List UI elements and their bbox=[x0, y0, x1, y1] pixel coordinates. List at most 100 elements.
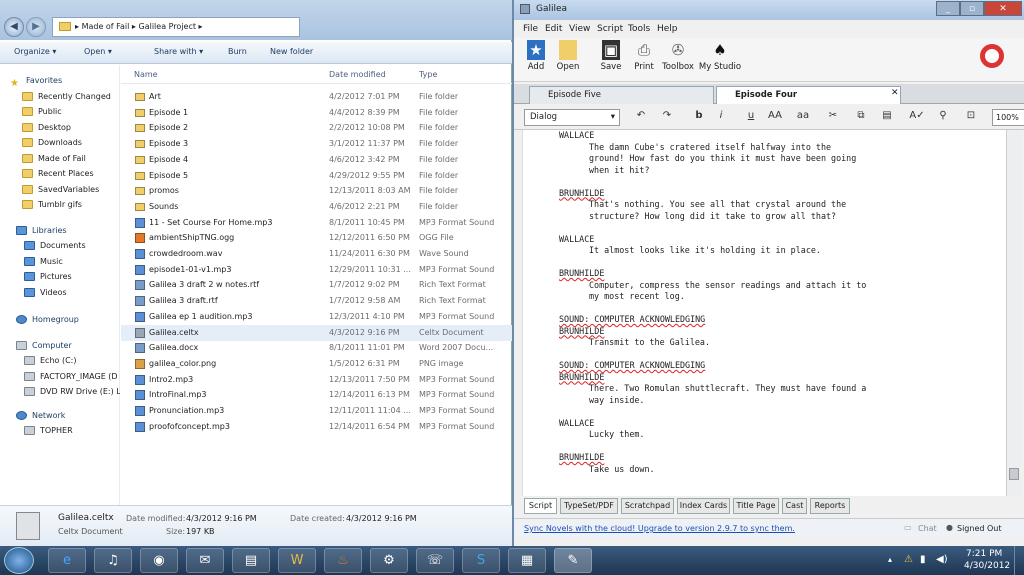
open-button[interactable]: Open ▾ bbox=[84, 47, 112, 56]
nav-item-drive[interactable]: Echo (C:) bbox=[0, 353, 120, 369]
lock-icon[interactable]: ⊡ bbox=[962, 110, 980, 121]
start-button[interactable] bbox=[4, 547, 34, 574]
new-folder-button[interactable]: New folder bbox=[270, 47, 313, 56]
tray-volume-icon[interactable]: ◀) bbox=[936, 554, 948, 565]
nav-item-drive[interactable]: DVD RW Drive (E:) Li bbox=[0, 384, 120, 400]
bold-button[interactable]: b bbox=[690, 110, 708, 121]
maximize-button[interactable]: ▫ bbox=[960, 1, 984, 16]
file-row[interactable]: 11 - Set Course For Home.mp3 8/1/2011 10:… bbox=[121, 215, 512, 231]
organize-button[interactable]: Organize ▾ bbox=[14, 47, 56, 56]
address-bar[interactable]: ▸ Made of Fail ▸ Galilea Project ▸ bbox=[52, 17, 300, 37]
nav-item-computer[interactable]: TOPHER bbox=[0, 423, 120, 439]
upgrade-link[interactable]: Sync Novels with the cloud! Upgrade to v… bbox=[524, 524, 795, 533]
menu-edit[interactable]: Edit bbox=[545, 24, 562, 34]
file-row[interactable]: episode1-01-v1.mp3 12/29/2011 10:31 ... MP… bbox=[121, 262, 512, 278]
nav-item-library[interactable]: Videos bbox=[0, 285, 120, 301]
tab-episode-five[interactable]: Episode Five bbox=[529, 86, 714, 104]
file-row[interactable]: Galilea 3 draft.rtf 1/7/2012 9:58 AM Rich … bbox=[121, 293, 512, 309]
tab-script[interactable]: Script bbox=[524, 498, 557, 514]
file-row[interactable]: Intro2.mp3 12/13/2011 7:50 PM MP3 Format S… bbox=[121, 372, 512, 388]
file-row[interactable]: proofofconcept.mp3 12/14/2011 6:54 PM MP3 … bbox=[121, 419, 512, 435]
nav-item-favorite[interactable]: Downloads bbox=[0, 135, 120, 151]
menu-view[interactable]: View bbox=[569, 24, 590, 34]
back-button[interactable]: ◀ bbox=[4, 17, 24, 37]
menu-script[interactable]: Script bbox=[597, 24, 623, 34]
file-row[interactable]: Sounds 4/6/2012 2:21 PM File folder bbox=[121, 199, 512, 215]
menu-file[interactable]: File bbox=[523, 24, 538, 34]
file-row[interactable]: IntroFinal.mp3 12/14/2011 6:13 PM MP3 Form… bbox=[121, 387, 512, 403]
minimize-button[interactable]: _ bbox=[936, 1, 960, 16]
breadcrumb-item[interactable]: Galilea Project bbox=[139, 22, 197, 31]
file-row[interactable]: Episode 3 3/1/2012 11:37 PM File folder bbox=[121, 136, 512, 152]
nav-item-drive[interactable]: FACTORY_IMAGE (D bbox=[0, 369, 120, 385]
lowercase-button[interactable]: aa bbox=[794, 110, 812, 121]
tab-title-page[interactable]: Title Page bbox=[733, 498, 779, 514]
redo-icon[interactable]: ↷ bbox=[658, 110, 676, 121]
spellcheck-icon[interactable]: A✓ bbox=[908, 110, 926, 121]
folder-icon[interactable]: ▦ bbox=[508, 548, 546, 573]
nav-item-favorite[interactable]: Made of Fail bbox=[0, 151, 120, 167]
forward-button[interactable]: ▶ bbox=[26, 17, 46, 37]
file-row[interactable]: Episode 4 4/6/2012 3:42 PM File folder bbox=[121, 152, 512, 168]
underline-button[interactable]: u bbox=[742, 110, 760, 121]
nav-item-favorite[interactable]: SavedVariables bbox=[0, 182, 120, 198]
nav-favorites[interactable]: ★ Favorites bbox=[0, 73, 120, 89]
steam-icon[interactable]: ⚙ bbox=[370, 548, 408, 573]
cut-icon[interactable]: ✂ bbox=[824, 110, 842, 121]
help-lifebuoy-icon[interactable] bbox=[980, 44, 1004, 68]
tab-episode-four[interactable]: Episode Four bbox=[716, 86, 901, 104]
tab-typeset-pdf[interactable]: TypeSet/PDF bbox=[560, 498, 618, 514]
menu-help[interactable]: Help bbox=[657, 24, 678, 34]
paste-icon[interactable]: ▤ bbox=[878, 110, 896, 121]
close-tab-icon[interactable]: ✕ bbox=[891, 88, 899, 98]
tab-cast[interactable]: Cast bbox=[782, 498, 807, 514]
nav-libraries[interactable]: Libraries bbox=[0, 223, 120, 239]
copy-icon[interactable]: ⧉ bbox=[852, 110, 870, 121]
share-with-button[interactable]: Share with ▾ bbox=[154, 47, 203, 56]
nav-item-library[interactable]: Music bbox=[0, 254, 120, 270]
nav-item-library[interactable]: Documents bbox=[0, 238, 120, 254]
my-studio-button[interactable]: ♠ My Studio bbox=[697, 40, 743, 72]
undo-icon[interactable]: ↶ bbox=[632, 110, 650, 121]
clock-time[interactable]: 7:21 PM bbox=[966, 549, 1002, 559]
file-row[interactable]: Pronunciation.mp3 12/11/2011 11:04 ... MP3… bbox=[121, 403, 512, 419]
close-button[interactable]: ✕ bbox=[984, 1, 1022, 16]
google-talk-icon[interactable]: ☏ bbox=[416, 548, 454, 573]
clock-date[interactable]: 4/30/2012 bbox=[964, 561, 1010, 571]
scrollbar-thumb[interactable] bbox=[1009, 468, 1019, 480]
app-icon[interactable]: ✉ bbox=[186, 548, 224, 573]
file-row[interactable]: promos 12/13/2011 8:03 AM File folder bbox=[121, 183, 512, 199]
nav-computer[interactable]: Computer bbox=[0, 338, 120, 354]
nav-item-favorite[interactable]: Recent Places bbox=[0, 166, 120, 182]
file-row[interactable]: ambientShipTNG.ogg 12/12/2011 6:50 PM OGG … bbox=[121, 230, 512, 246]
uppercase-button[interactable]: AA bbox=[766, 110, 784, 121]
search-icon[interactable]: ⚲ bbox=[934, 110, 952, 121]
tray-network-icon[interactable]: ▮ bbox=[920, 554, 926, 565]
toolbox-button[interactable]: ✇ Toolbox bbox=[656, 40, 700, 72]
nav-network[interactable]: Network bbox=[0, 408, 120, 424]
column-type[interactable]: Type bbox=[419, 70, 437, 79]
warcraft-icon[interactable]: W bbox=[278, 548, 316, 573]
file-row[interactable]: Art 4/2/2012 7:01 PM File folder bbox=[121, 89, 512, 105]
tray-chevron-icon[interactable]: ▴ bbox=[888, 555, 892, 564]
file-row[interactable]: crowdedroom.wav 11/24/2011 6:30 PM Wave So… bbox=[121, 246, 512, 262]
celtx-icon[interactable]: ✎ bbox=[554, 548, 592, 573]
itunes-icon[interactable]: ♫ bbox=[94, 548, 132, 573]
nav-homegroup[interactable]: Homegroup bbox=[0, 312, 120, 328]
explorer-icon[interactable]: ▤ bbox=[232, 548, 270, 573]
column-name[interactable]: Name bbox=[134, 70, 158, 79]
game-icon[interactable]: ♨ bbox=[324, 548, 362, 573]
script-editor[interactable]: WALLACE The damn Cube's cratered itself h… bbox=[522, 130, 1006, 496]
signed-out-status[interactable]: Signed Out bbox=[957, 524, 1002, 533]
italic-button[interactable]: i bbox=[712, 110, 730, 121]
tab-index-cards[interactable]: Index Cards bbox=[677, 498, 730, 514]
file-row[interactable]: Episode 2 2/2/2012 10:08 PM File folder bbox=[121, 120, 512, 136]
vertical-scrollbar[interactable] bbox=[1006, 130, 1021, 496]
file-row[interactable]: Episode 1 4/4/2012 8:39 PM File folder bbox=[121, 105, 512, 121]
file-row[interactable]: Galilea.docx 8/1/2011 11:01 PM Word 2007 D… bbox=[121, 340, 512, 356]
menu-tools[interactable]: Tools bbox=[628, 24, 650, 34]
nav-item-favorite[interactable]: Tumblr gifs bbox=[0, 197, 120, 213]
file-row[interactable]: Galilea ep 1 audition.mp3 12/3/2011 4:10 … bbox=[121, 309, 512, 325]
file-row[interactable]: Episode 5 4/29/2012 9:55 PM File folder bbox=[121, 168, 512, 184]
skype-icon[interactable]: S bbox=[462, 548, 500, 573]
